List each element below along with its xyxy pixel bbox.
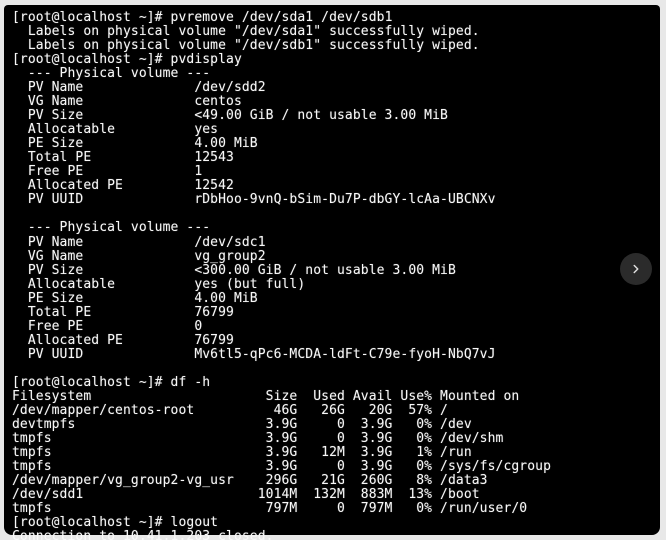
df-header: Filesystem Size Used Avail Use% Mounted … bbox=[12, 390, 654, 404]
df-row: devtmpfs 3.9G 0 3.9G 0% /dev bbox=[12, 418, 654, 432]
prompt-line-3: [root@localhost ~]# df -h bbox=[12, 376, 654, 390]
df-body: /dev/mapper/centos-root 46G 26G 20G 57% … bbox=[12, 404, 654, 516]
pv1-kv: PV Name /dev/sdd2 VG Name centos PV Size… bbox=[12, 81, 654, 207]
prompt: [root@localhost ~]# bbox=[12, 375, 171, 390]
next-button[interactable] bbox=[620, 253, 652, 285]
command: pvdisplay bbox=[171, 52, 242, 67]
df-row: /dev/sdd1 1014M 132M 883M 13% /boot bbox=[12, 488, 654, 502]
df-row: tmpfs 3.9G 0 3.9G 0% /sys/fs/cgroup bbox=[12, 460, 654, 474]
chevron-right-icon bbox=[629, 262, 643, 276]
df-row: tmpfs 3.9G 0 3.9G 0% /dev/shm bbox=[12, 432, 654, 446]
prompt: [root@localhost ~]# bbox=[12, 52, 171, 67]
command: pvremove /dev/sda1 /dev/sdb1 bbox=[171, 10, 393, 25]
command: logout bbox=[171, 515, 219, 530]
pv-header: --- Physical volume --- bbox=[12, 221, 654, 235]
prompt: [root@localhost ~]# bbox=[12, 515, 171, 530]
terminal[interactable]: [root@localhost ~]# pvremove /dev/sda1 /… bbox=[4, 5, 660, 535]
connection-closed: Connection to 10.41.1.203 closed. bbox=[12, 530, 654, 540]
output-line: Labels on physical volume "/dev/sdb1" su… bbox=[12, 39, 654, 53]
pv2-kv: PV Name /dev/sdc1 VG Name vg_group2 PV S… bbox=[12, 236, 654, 362]
prompt: [root@localhost ~]# bbox=[12, 10, 171, 25]
df-row: tmpfs 3.9G 12M 3.9G 1% /run bbox=[12, 446, 654, 460]
df-row: /dev/mapper/vg_group2-vg_usr 296G 21G 26… bbox=[12, 474, 654, 488]
df-row: /dev/mapper/centos-root 46G 26G 20G 57% … bbox=[12, 404, 654, 418]
command: df -h bbox=[171, 375, 211, 390]
blank-line bbox=[12, 362, 654, 376]
output-line: Labels on physical volume "/dev/sda1" su… bbox=[12, 25, 654, 39]
prompt-line-1: [root@localhost ~]# pvremove /dev/sda1 /… bbox=[12, 11, 654, 25]
